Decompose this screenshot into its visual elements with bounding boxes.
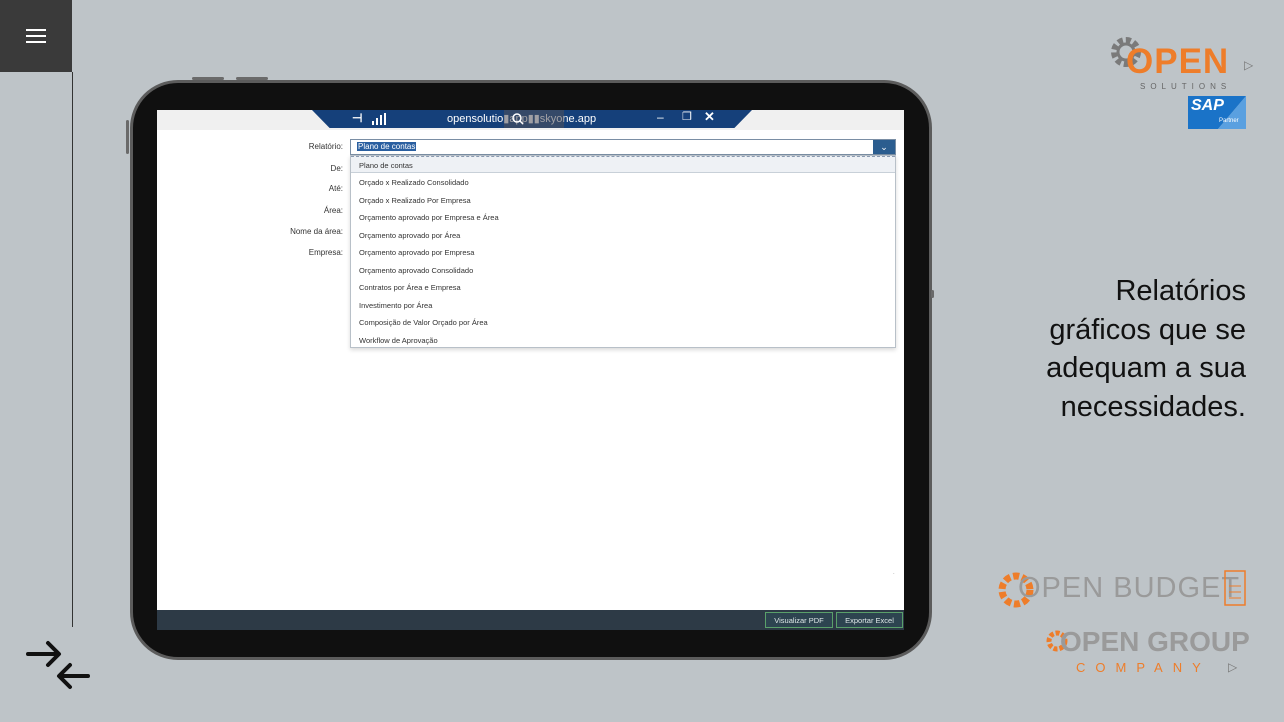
dropdown-option[interactable]: Orçado x Realizado Consolidado bbox=[351, 174, 895, 191]
restore-button[interactable]: ❐ bbox=[682, 110, 692, 123]
tablet-button bbox=[931, 290, 934, 298]
signal-icon bbox=[372, 113, 386, 125]
visualizar-pdf-button[interactable]: Visualizar PDF bbox=[765, 612, 833, 628]
dropdown-option[interactable]: Orçado x Realizado Por Empresa bbox=[351, 192, 895, 209]
footer-bar: Visualizar PDF Exportar Excel bbox=[157, 610, 904, 630]
dropdown-option[interactable]: Contratos por Área e Empresa bbox=[351, 279, 895, 296]
dropdown-option[interactable]: Orçamento aprovado por Área bbox=[351, 227, 895, 244]
tagline-line: gráficos que se bbox=[1049, 313, 1246, 346]
play-icon: ▷ bbox=[1228, 660, 1238, 674]
dropdown-option[interactable]: Investimento por Área bbox=[351, 297, 895, 314]
open-budget-text: OPEN BUDGET bbox=[1018, 572, 1241, 604]
open-logo-text: OPEN bbox=[1126, 42, 1230, 81]
chevron-down-icon[interactable]: ⌄ bbox=[873, 140, 895, 154]
exportar-excel-button[interactable]: Exportar Excel bbox=[836, 612, 903, 628]
sap-logo-text: SAP bbox=[1191, 97, 1224, 114]
document-icon bbox=[1224, 570, 1246, 606]
label-relatorio: Relatório: bbox=[308, 142, 343, 151]
dropdown-option[interactable]: Composição de Valor Orçado por Área bbox=[351, 314, 895, 331]
zoom-overlay[interactable] bbox=[504, 110, 564, 128]
play-icon: ▷ bbox=[1244, 58, 1254, 72]
menu-button[interactable] bbox=[0, 0, 72, 72]
label-de: De: bbox=[330, 164, 343, 173]
tablet-button bbox=[126, 120, 129, 154]
dropdown-option[interactable]: Plano de contas bbox=[351, 156, 895, 173]
label-nome-area: Nome da área: bbox=[290, 227, 343, 236]
partner-text: Partner bbox=[1219, 118, 1239, 124]
sap-partner-badge: SAP Partner bbox=[1188, 96, 1246, 129]
solutions-text: SOLUTIONS bbox=[1140, 82, 1232, 91]
relatorio-dropdown-list: Plano de contas Orçado x Realizado Conso… bbox=[350, 155, 896, 348]
dropdown-option[interactable]: Orçamento aprovado Consolidado bbox=[351, 262, 895, 279]
tagline-line: adequam a sua bbox=[1046, 352, 1246, 384]
label-empresa: Empresa: bbox=[308, 248, 343, 257]
relatorio-selected-value: Plano de contas bbox=[357, 142, 417, 151]
pin-icon[interactable]: ⊣ bbox=[352, 111, 362, 125]
relatorio-select[interactable]: Plano de contas ⌄ bbox=[350, 139, 896, 155]
app-screen: ⊣ opensolutio▮app▮▮skyone.app – ❐ ✕ Rela… bbox=[157, 110, 904, 630]
tagline: Relatórios gráficos que se adequam a sua… bbox=[1046, 272, 1246, 426]
tagline-line: Relatórios bbox=[1115, 275, 1246, 307]
open-solutions-logo: OPEN ▷ SOLUTIONS bbox=[1106, 30, 1256, 100]
open-group-logo: OPEN GROUP COMPANY ▷ bbox=[1042, 622, 1262, 682]
hamburger-menu-icon bbox=[26, 29, 46, 47]
dropdown-option[interactable]: Orçamento aprovado por Empresa bbox=[351, 244, 895, 261]
company-text: COMPANY bbox=[1076, 660, 1211, 675]
label-ate: Até: bbox=[328, 184, 343, 193]
minimize-button[interactable]: – bbox=[657, 110, 664, 124]
arrows-collapse-icon[interactable] bbox=[24, 636, 94, 692]
resize-mark: . bbox=[893, 570, 895, 576]
tagline-line: necessidades. bbox=[1060, 390, 1246, 423]
tablet-button bbox=[192, 77, 224, 80]
open-budget-logo: OPEN BUDGET bbox=[996, 562, 1252, 618]
remote-title-bar: ⊣ opensolutio▮app▮▮skyone.app – ❐ ✕ bbox=[312, 110, 752, 128]
open-group-text: OPEN GROUP bbox=[1060, 626, 1250, 657]
close-button[interactable]: ✕ bbox=[704, 110, 715, 125]
divider bbox=[72, 72, 73, 627]
zoom-icon[interactable] bbox=[504, 110, 564, 128]
label-area: Área: bbox=[323, 206, 343, 215]
dropdown-option[interactable]: Orçamento aprovado por Empresa e Área bbox=[351, 209, 895, 226]
dropdown-option[interactable]: Workflow de Aprovação bbox=[351, 332, 895, 349]
tablet-button bbox=[236, 77, 268, 80]
